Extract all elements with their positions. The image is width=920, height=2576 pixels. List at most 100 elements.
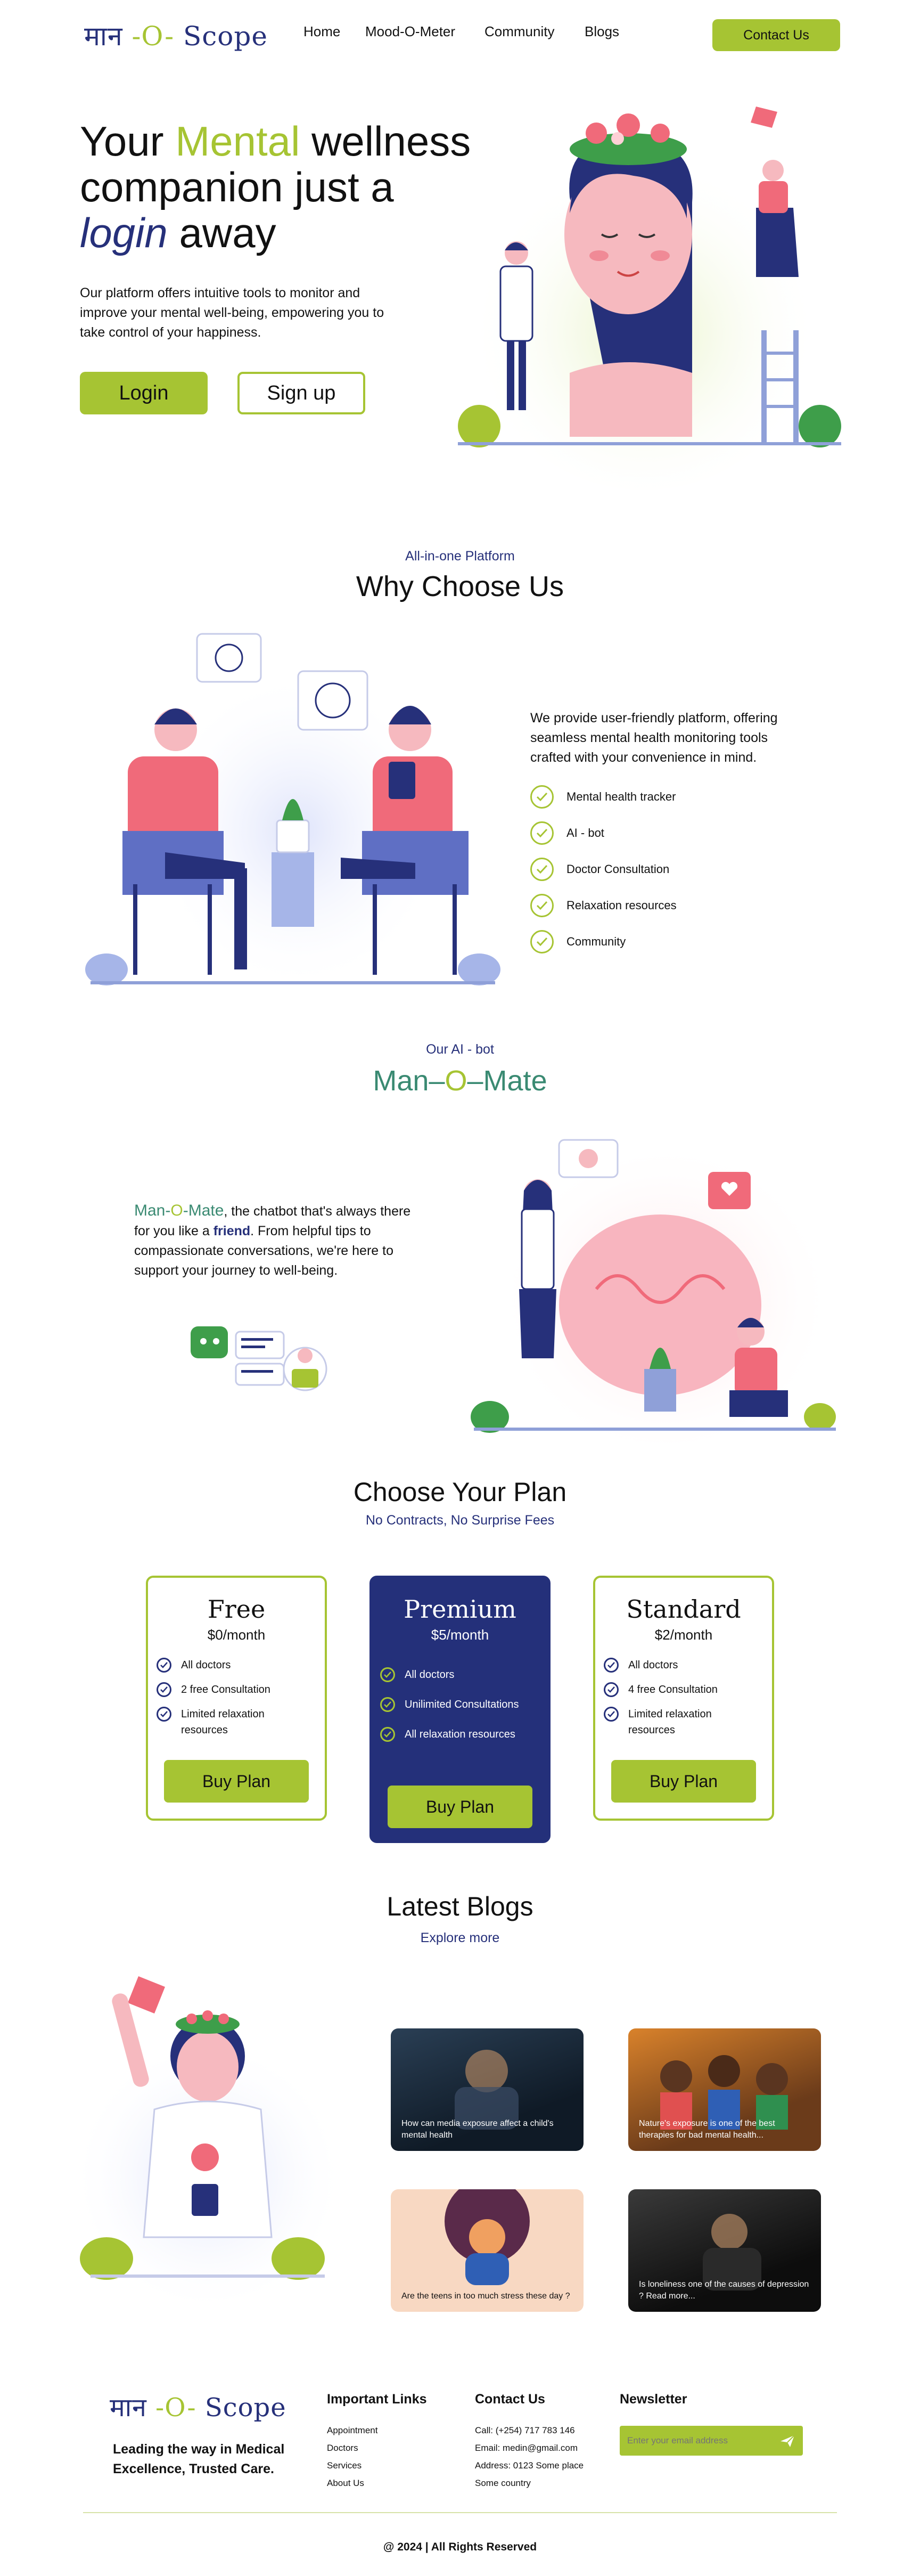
brand-logo[interactable]: मान -O- Scope bbox=[84, 17, 268, 53]
blog-caption: Are the teens in too much stress these d… bbox=[401, 2292, 570, 2301]
check-icon bbox=[530, 785, 554, 809]
logo-part-2: -O- bbox=[122, 21, 184, 52]
check-icon bbox=[604, 1682, 619, 1697]
why-illustration bbox=[85, 633, 500, 991]
footer-divider bbox=[83, 2512, 837, 2513]
logo-part-1: मान bbox=[84, 21, 123, 52]
ai-name-o: O bbox=[170, 1202, 183, 1219]
check-icon bbox=[530, 930, 554, 953]
blog-card[interactable]: How can media exposure affect a child's … bbox=[391, 2028, 584, 2151]
ai-hero-illustration bbox=[471, 1139, 836, 1460]
logo-part-3: Scope bbox=[204, 2393, 286, 2423]
plans-subtitle: No Contracts, No Surprise Fees bbox=[365, 1513, 555, 1528]
blog-card[interactable]: Is loneliness one of the causes of depre… bbox=[628, 2189, 821, 2312]
hero-illustration bbox=[458, 107, 841, 490]
plan-card-premium: Premium $5/month All doctors Unilimited … bbox=[369, 1576, 551, 1843]
footer-link-services[interactable]: Services bbox=[327, 2457, 377, 2474]
blog-caption: Is loneliness one of the causes of depre… bbox=[639, 2280, 809, 2301]
footer-email: Email: medin@gmail.com bbox=[475, 2443, 578, 2453]
ai-name-mate: Mate bbox=[188, 1202, 224, 1219]
footer-country: Some country bbox=[475, 2478, 531, 2488]
ai-name-dash1: - bbox=[165, 1202, 171, 1219]
hero-title-mental: Mental bbox=[175, 118, 300, 165]
chatbot-illustration bbox=[191, 1326, 327, 1391]
footer-contact-heading: Contact Us bbox=[475, 2392, 545, 2407]
nav-blogs[interactable]: Blogs bbox=[585, 23, 619, 40]
feature-label: Relaxation resources bbox=[566, 899, 677, 912]
plan-card-free: Free $0/month All doctors 2 free Consult… bbox=[146, 1576, 327, 1821]
plan-name: Standard bbox=[626, 1595, 741, 1624]
footer-link-appointment[interactable]: Appointment bbox=[327, 2422, 377, 2439]
why-title: Why Choose Us bbox=[356, 570, 564, 602]
ai-title-dash2: – bbox=[467, 1065, 483, 1097]
plan-feature: 2 free Consultation bbox=[157, 1682, 325, 1698]
check-icon bbox=[380, 1727, 395, 1742]
blog-card[interactable]: Nature's exposure is one of the best the… bbox=[628, 2028, 821, 2151]
blogs-title: Latest Blogs bbox=[387, 1892, 533, 1921]
feature-item: Mental health tracker bbox=[530, 779, 807, 815]
nav-mood-o-meter[interactable]: Mood-O-Meter bbox=[365, 23, 455, 40]
check-icon bbox=[380, 1697, 395, 1712]
feature-item: Relaxation resources bbox=[530, 887, 807, 924]
logo-part-2: -O- bbox=[146, 2393, 205, 2423]
hero-title-away: away bbox=[167, 209, 276, 256]
ai-title: Man–O–Mate bbox=[0, 1064, 920, 1097]
blog-caption: Nature's exposure is one of the best the… bbox=[639, 2119, 775, 2140]
plan-name: Free bbox=[207, 1595, 266, 1624]
check-icon bbox=[530, 821, 554, 845]
footer-phone: Call: (+254) 717 783 146 bbox=[475, 2425, 575, 2435]
hero-subtitle: Our platform offers intuitive tools to m… bbox=[80, 286, 384, 340]
footer-link-about[interactable]: About Us bbox=[327, 2474, 377, 2492]
copyright: @ 2024 | All Rights Reserved bbox=[383, 2541, 537, 2553]
buy-plan-button[interactable]: Buy Plan bbox=[164, 1760, 309, 1803]
why-feature-list: Mental health tracker AI - bot Doctor Co… bbox=[530, 779, 807, 960]
signup-button[interactable]: Sign up bbox=[237, 372, 365, 414]
plan-feature: Limited relaxation resources bbox=[157, 1706, 325, 1738]
contact-us-button[interactable]: Contact Us bbox=[712, 19, 840, 51]
plan-feature: Unilimited Consultations bbox=[380, 1697, 548, 1713]
feature-label: Doctor Consultation bbox=[566, 862, 670, 876]
ai-title-mate: Mate bbox=[483, 1065, 547, 1097]
plan-feature: All doctors bbox=[157, 1657, 325, 1673]
ai-title-dash1: – bbox=[429, 1065, 445, 1097]
blog-card[interactable]: Are the teens in too much stress these d… bbox=[391, 2189, 584, 2312]
plan-feature: Limited relaxation resources bbox=[604, 1706, 772, 1738]
plan-name: Premium bbox=[404, 1595, 516, 1624]
ai-name-dash2: - bbox=[183, 1202, 188, 1219]
check-icon bbox=[157, 1707, 171, 1722]
footer-address: Address: 0123 Some place bbox=[475, 2460, 584, 2471]
login-button[interactable]: Login bbox=[80, 372, 208, 414]
ai-title-man: Man bbox=[373, 1065, 429, 1097]
ai-eyebrow: Our AI - bot bbox=[426, 1042, 494, 1057]
newsletter-email-input[interactable] bbox=[620, 2426, 774, 2456]
footer-newsletter-heading: Newsletter bbox=[620, 2392, 687, 2407]
newsletter-form bbox=[620, 2426, 803, 2456]
buy-plan-button[interactable]: Buy Plan bbox=[388, 1786, 532, 1828]
check-icon bbox=[530, 894, 554, 917]
feature-label: Community bbox=[566, 935, 626, 948]
why-eyebrow: All-in-one Platform bbox=[405, 549, 515, 564]
nav-community[interactable]: Community bbox=[484, 23, 554, 40]
footer-logo[interactable]: मान -O- Scope bbox=[110, 2390, 286, 2424]
plan-card-standard: Standard $2/month All doctors 4 free Con… bbox=[593, 1576, 774, 1821]
ai-title-o: O bbox=[445, 1065, 467, 1097]
footer-link-doctors[interactable]: Doctors bbox=[327, 2439, 377, 2457]
logo-part-1: मान bbox=[110, 2393, 147, 2423]
check-icon bbox=[157, 1682, 171, 1697]
feature-item: Doctor Consultation bbox=[530, 851, 807, 887]
ai-friend: friend bbox=[213, 1224, 251, 1238]
plan-feature: All doctors bbox=[604, 1657, 772, 1673]
buy-plan-button[interactable]: Buy Plan bbox=[611, 1760, 756, 1803]
plan-feature: 4 free Consultation bbox=[604, 1682, 772, 1698]
plans-title: Choose Your Plan bbox=[353, 1477, 567, 1507]
feature-item: Community bbox=[530, 924, 807, 960]
explore-more-link[interactable]: Explore more bbox=[0, 1930, 920, 1946]
nav-home[interactable]: Home bbox=[303, 23, 340, 40]
hero-title-your: Your bbox=[80, 118, 176, 165]
send-icon[interactable] bbox=[779, 2434, 795, 2448]
footer-contact: Call: (+254) 717 783 146 Email: medin@gm… bbox=[475, 2422, 584, 2492]
feature-label: Mental health tracker bbox=[566, 790, 676, 803]
plan-price: $2/month bbox=[654, 1627, 713, 1643]
plan-price: $0/month bbox=[207, 1627, 266, 1643]
footer-tagline: Leading the way in Medical Excellence, T… bbox=[113, 2442, 285, 2476]
